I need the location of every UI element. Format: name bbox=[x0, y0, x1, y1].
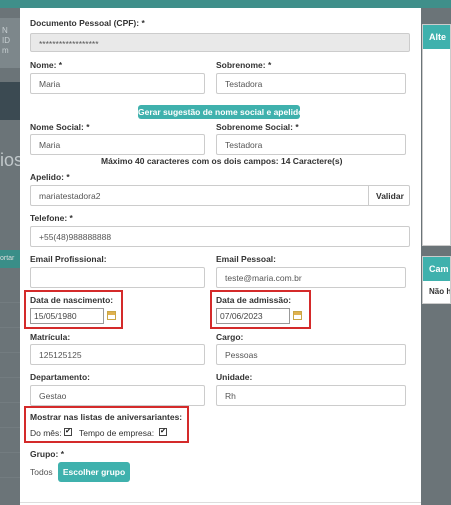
email-profissional-label: Email Profissional: bbox=[30, 254, 107, 264]
telefone-label: Telefone: * bbox=[30, 213, 73, 223]
modal-footer-divider bbox=[20, 502, 421, 503]
departamento-label: Departamento: bbox=[30, 372, 90, 382]
choose-group-button[interactable]: Escolher grupo bbox=[58, 462, 130, 482]
telefone-field[interactable]: +55(48)988888888 bbox=[30, 226, 410, 247]
matricula-label: Matrícula: bbox=[30, 332, 71, 342]
validate-button[interactable]: Validar bbox=[368, 185, 410, 206]
sobrenome-social-field[interactable]: Testadora bbox=[216, 134, 406, 155]
unidade-field[interactable]: Rh bbox=[216, 385, 406, 406]
calendar-icon[interactable] bbox=[107, 311, 116, 320]
email-pessoal-field[interactable]: teste@maria.com.br bbox=[216, 267, 406, 288]
background-left-heading: ios bbox=[0, 150, 20, 170]
cpf-label: Documento Pessoal (CPF): * bbox=[30, 18, 145, 28]
char-count-note: Máximo 40 caracteres com os dois campos:… bbox=[101, 156, 343, 166]
tempo-empresa-checkbox[interactable]: ✔ bbox=[159, 428, 167, 436]
edit-employee-modal: Documento Pessoal (CPF): * *************… bbox=[20, 8, 421, 505]
nome-field[interactable]: Maria bbox=[30, 73, 205, 94]
tempo-empresa-label: Tempo de empresa: bbox=[79, 428, 155, 438]
background-right-card-title: Alte bbox=[423, 25, 450, 49]
background-top-bar bbox=[0, 0, 451, 8]
suggest-name-button[interactable]: Gerar sugestão de nome social e apelido bbox=[138, 105, 303, 119]
birthday-lists-label: Mostrar nas listas de aniversariantes: bbox=[30, 412, 183, 422]
departamento-field[interactable]: Gestao bbox=[30, 385, 205, 406]
background-right-card: Alte bbox=[422, 24, 451, 246]
nome-label: Nome: * bbox=[30, 60, 63, 70]
email-profissional-field[interactable] bbox=[30, 267, 205, 288]
matricula-field[interactable]: 125125125 bbox=[30, 344, 205, 365]
background-left-table bbox=[0, 278, 20, 478]
cpf-field[interactable]: ****************** bbox=[30, 33, 410, 52]
grupo-label: Grupo: * bbox=[30, 449, 64, 459]
calendar-icon[interactable] bbox=[293, 311, 302, 320]
sobrenome-social-label: Sobrenome Social: * bbox=[216, 122, 299, 132]
background-left-card: N ID m bbox=[0, 18, 20, 68]
cargo-field[interactable]: Pessoas bbox=[216, 344, 406, 365]
background-right-card-2-title: Cam bbox=[423, 257, 450, 281]
admission-date-input[interactable]: 07/06/2023 bbox=[216, 308, 290, 324]
sobrenome-label: Sobrenome: * bbox=[216, 60, 272, 70]
do-mes-checkbox[interactable]: ✔ bbox=[64, 428, 72, 436]
email-pessoal-label: Email Pessoal: bbox=[216, 254, 277, 264]
nome-social-field[interactable]: Maria bbox=[30, 134, 205, 155]
birthdate-input[interactable]: 15/05/1980 bbox=[30, 308, 104, 324]
grupo-value: Todos bbox=[30, 467, 53, 477]
background-left-button: ortar bbox=[0, 250, 20, 268]
apelido-label: Apelido: * bbox=[30, 172, 70, 182]
nome-social-label: Nome Social: * bbox=[30, 122, 90, 132]
birthdate-label: Data de nascimento: bbox=[30, 295, 114, 305]
apelido-field[interactable]: mariatestadora2 bbox=[30, 185, 369, 206]
background-right-card-2: Cam Não h bbox=[422, 256, 451, 304]
sobrenome-field[interactable]: Testadora bbox=[216, 73, 406, 94]
unidade-label: Unidade: bbox=[216, 372, 253, 382]
cargo-label: Cargo: bbox=[216, 332, 244, 342]
background-right-card-2-text: Não h bbox=[429, 287, 450, 296]
admission-date-label: Data de admissão: bbox=[216, 295, 292, 305]
do-mes-label: Do mês: bbox=[30, 428, 62, 438]
background-left-banner bbox=[0, 82, 20, 120]
